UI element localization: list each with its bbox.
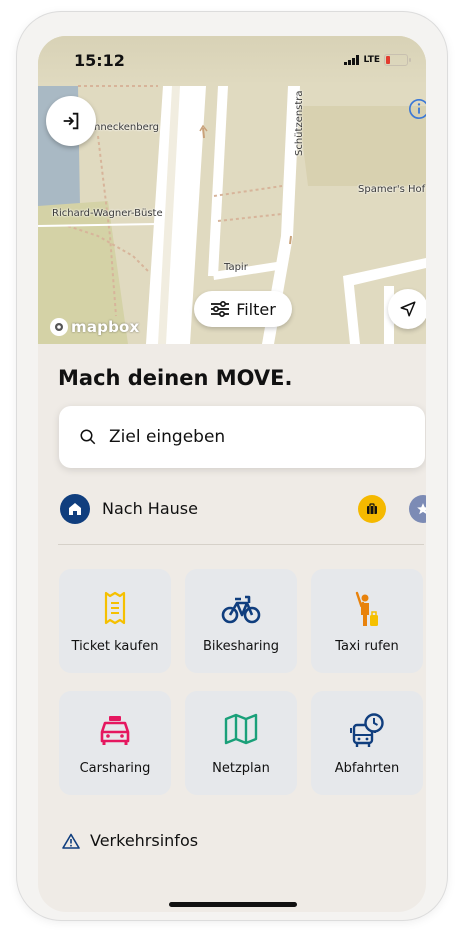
network-type: LTE <box>363 55 380 65</box>
traffic-info-link[interactable]: Verkehrsinfos <box>62 831 198 850</box>
ticket-icon <box>104 591 126 625</box>
mapbox-wordmark: mapbox <box>71 318 140 336</box>
status-bar: 15:12 LTE <box>38 36 426 86</box>
tile-label: Netzplan <box>212 761 270 776</box>
battery-icon <box>384 54 411 66</box>
warning-icon <box>62 833 80 849</box>
map-icon <box>224 713 258 745</box>
search-icon <box>80 429 96 445</box>
filter-button[interactable]: Filter <box>194 291 292 327</box>
tile-label: Taxi rufen <box>335 639 399 654</box>
home-indicator[interactable] <box>169 902 297 907</box>
map-label-poi: Richard-Wagner-Büste <box>52 208 163 219</box>
exit-button[interactable] <box>46 96 96 146</box>
home-shortcut-row: Nach Hause <box>58 492 426 526</box>
search-input[interactable]: Ziel eingeben <box>59 406 425 468</box>
departures-tile[interactable]: Abfahrten <box>311 691 423 795</box>
signal-icon <box>344 55 360 65</box>
tile-label: Bikesharing <box>202 639 280 654</box>
carsharing-tile[interactable]: Carsharing <box>59 691 171 795</box>
map-label-place: Spamer's Hof <box>358 184 426 195</box>
mapbox-logo-icon <box>50 318 68 336</box>
app-screen: 15:12 LTE nneckenberg Schützenstra Spame… <box>38 36 426 912</box>
divider <box>58 544 424 545</box>
netzplan-tile[interactable]: Netzplan <box>185 691 297 795</box>
briefcase-icon[interactable] <box>358 495 386 523</box>
bikesharing-tile[interactable]: Bikesharing <box>185 569 297 673</box>
taxi-hail-icon <box>355 591 378 626</box>
taxi-tile[interactable]: Taxi rufen <box>311 569 423 673</box>
phone-frame: 15:12 LTE nneckenberg Schützenstra Spame… <box>17 12 447 920</box>
status-time: 15:12 <box>74 51 125 70</box>
car-icon <box>100 716 130 745</box>
status-indicators: LTE <box>344 54 411 66</box>
traffic-info-label: Verkehrsinfos <box>90 831 199 850</box>
page-title: Mach deinen MOVE. <box>58 366 293 390</box>
filter-label: Filter <box>236 299 276 319</box>
tile-label: Abfahrten <box>334 761 400 776</box>
search-placeholder: Ziel eingeben <box>109 427 226 447</box>
home-icon[interactable] <box>60 494 90 524</box>
bike-icon <box>221 595 261 624</box>
star-icon[interactable] <box>409 495 426 523</box>
map-label-street: Schützenstra <box>294 90 305 156</box>
ticket-tile[interactable]: Ticket kaufen <box>59 569 171 673</box>
map-view[interactable]: 15:12 LTE nneckenberg Schützenstra Spame… <box>38 36 426 344</box>
sign-in-icon <box>63 112 79 130</box>
location-arrow-icon <box>400 301 416 317</box>
map-label-poi: Tapir <box>224 262 248 273</box>
info-icon[interactable] <box>408 98 426 120</box>
map-label-place: nneckenberg <box>94 122 160 133</box>
mapbox-attribution: mapbox <box>50 318 139 336</box>
sliders-icon <box>211 300 230 318</box>
tile-label: Carsharing <box>79 761 151 776</box>
home-label[interactable]: Nach Hause <box>102 499 198 518</box>
locate-me-button[interactable] <box>388 289 426 329</box>
departures-icon <box>350 713 384 747</box>
tile-label: Ticket kaufen <box>71 639 159 654</box>
